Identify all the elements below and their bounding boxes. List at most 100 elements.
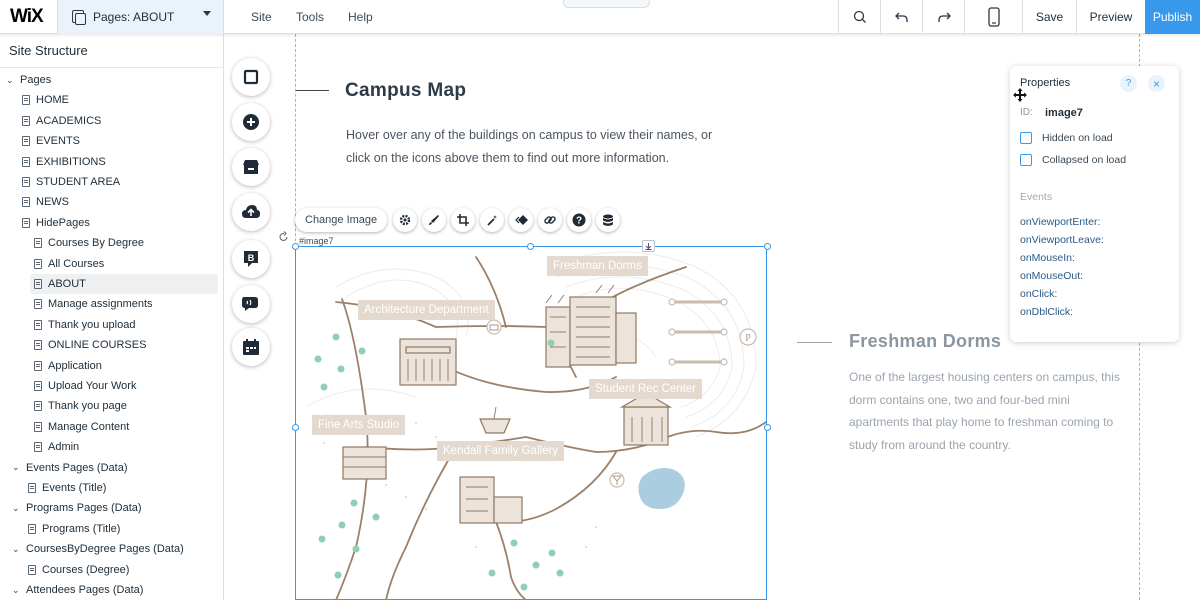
settings-button[interactable] [393, 208, 418, 232]
resize-handle-ne[interactable] [764, 243, 771, 250]
tree-item[interactable]: ⌄ Programs Pages (Data) [12, 498, 142, 518]
menu-site[interactable]: Site [251, 10, 272, 24]
crop-button[interactable] [451, 208, 476, 232]
tree-item[interactable]: ⌄ CoursesByDegree Pages (Data) [12, 539, 184, 559]
svg-text:B: B [248, 253, 255, 263]
event-on-dbl-click[interactable]: onDblClick: [1020, 306, 1073, 318]
hidden-on-load-label[interactable]: Hidden on load [1042, 132, 1113, 144]
tree-item-label: Programs Pages (Data) [26, 502, 142, 515]
mobile-view-button[interactable] [964, 0, 1022, 34]
upload-media-button[interactable] [232, 193, 270, 231]
preview-button[interactable]: Preview [1076, 0, 1145, 34]
page-icon [22, 136, 30, 147]
tree-item[interactable]: ⌄ Events Pages (Data) [12, 458, 128, 478]
tree-item[interactable]: All Courses [34, 254, 104, 274]
tree-item[interactable]: ⌄ Attendees Pages (Data) [12, 580, 143, 600]
id-value[interactable]: image7 [1045, 107, 1083, 119]
resize-handle-n[interactable] [527, 243, 534, 250]
freshman-dorms-title[interactable]: Freshman Dorms [849, 331, 1001, 352]
resize-handle-nw[interactable] [292, 243, 299, 250]
freshman-dorms-text[interactable]: One of the largest housing centers on ca… [849, 366, 1124, 456]
chevron-down-icon[interactable]: ⌄ [12, 544, 22, 555]
image-selection-frame[interactable] [295, 246, 767, 600]
chevron-down-icon[interactable]: ⌄ [12, 585, 22, 596]
tree-item[interactable]: EXHIBITIONS [22, 152, 106, 172]
menu-tools[interactable]: Tools [296, 10, 324, 24]
tree-item[interactable]: Courses By Degree [34, 233, 144, 253]
tree-item[interactable]: Application [34, 356, 102, 376]
tree-item[interactable]: ACADEMICS [22, 111, 101, 131]
tree-item[interactable]: Events (Title) [28, 478, 106, 498]
page-icon [22, 156, 30, 167]
redo-button[interactable] [922, 0, 964, 34]
filters-button[interactable] [480, 208, 505, 232]
tree-item[interactable]: Thank you page [34, 396, 127, 416]
chevron-down-icon[interactable]: ⌄ [12, 462, 22, 473]
add-element-button[interactable] [232, 103, 270, 141]
link-button[interactable] [538, 208, 563, 232]
bookings-button[interactable] [232, 328, 270, 366]
undo-button[interactable] [880, 0, 922, 34]
collapsed-on-load-label[interactable]: Collapsed on load [1042, 154, 1126, 166]
tree-item[interactable]: NEWS [22, 192, 69, 212]
page-selector[interactable]: Pages: ABOUT [57, 0, 224, 34]
tree-item-label: Events (Title) [42, 482, 107, 494]
page-icon [34, 421, 42, 432]
tree-item[interactable]: STUDENT AREA [22, 172, 120, 192]
menu-help[interactable]: Help [348, 10, 373, 24]
chevron-down-icon[interactable]: ⌄ [6, 75, 16, 86]
connect-data-button[interactable] [596, 208, 621, 232]
id-label: ID: [1020, 107, 1033, 118]
help-button[interactable]: ? [1120, 75, 1137, 92]
tree-item[interactable]: Programs (Title) [28, 519, 120, 539]
app-market-button[interactable] [232, 148, 270, 186]
blog-button[interactable]: B [232, 240, 270, 278]
tree-item[interactable]: ONLINE COURSES [34, 335, 146, 355]
top-tab-handle[interactable] [563, 0, 650, 8]
resize-handle-e[interactable] [764, 424, 771, 431]
tree-item[interactable]: Upload Your Work [34, 376, 136, 396]
zoom-button[interactable] [838, 0, 880, 34]
properties-panel: Properties ? × ID: image7 Hidden on load… [1010, 66, 1179, 342]
hidden-on-load-checkbox[interactable] [1020, 132, 1032, 144]
tree-item[interactable]: ⌄ Pages [6, 70, 51, 90]
tree-item[interactable]: EVENTS [22, 131, 80, 151]
chat-button[interactable] [232, 285, 270, 323]
add-box-button[interactable] [232, 58, 270, 96]
chevron-down-icon[interactable]: ⌄ [12, 503, 22, 514]
event-on-click[interactable]: onClick: [1020, 288, 1057, 300]
design-button[interactable] [422, 208, 447, 232]
page-icon [34, 319, 42, 330]
tree-item[interactable]: Courses (Degree) [28, 560, 129, 580]
animation-button[interactable] [509, 208, 534, 232]
tree-item[interactable]: ABOUT [30, 274, 218, 294]
save-button[interactable]: Save [1022, 0, 1076, 34]
chat-icon [242, 297, 258, 311]
tree-item[interactable]: Thank you upload [34, 315, 135, 335]
tree-item[interactable]: Manage Content [34, 417, 129, 437]
campus-map-text[interactable]: Hover over any of the buildings on campu… [346, 124, 736, 170]
tree-item-label: Courses (Degree) [42, 563, 130, 576]
tree-item[interactable]: Manage assignments [34, 294, 153, 314]
event-on-viewport-enter[interactable]: onViewportEnter: [1020, 216, 1100, 228]
event-on-viewport-leave[interactable]: onViewportLeave: [1020, 234, 1104, 246]
tree-item[interactable]: HidePages [22, 213, 90, 233]
close-button[interactable]: × [1148, 75, 1165, 92]
event-on-mouse-in[interactable]: onMouseIn: [1020, 252, 1075, 264]
rotate-icon[interactable] [278, 231, 290, 243]
wix-logo[interactable]: WiX [10, 6, 44, 28]
event-on-mouse-out[interactable]: onMouseOut: [1020, 270, 1083, 282]
tree-item[interactable]: HOME [22, 90, 69, 110]
help-button[interactable]: ? [567, 208, 592, 232]
change-image-button[interactable]: Change Image [295, 208, 388, 232]
campus-map-title[interactable]: Campus Map [345, 80, 466, 102]
move-cursor-icon[interactable] [1013, 88, 1027, 102]
divider [0, 67, 223, 68]
page-icon [34, 340, 42, 351]
tree-item[interactable]: Admin [34, 437, 79, 457]
stretch-button[interactable] [642, 240, 655, 252]
resize-handle-w[interactable] [292, 424, 299, 431]
publish-button[interactable]: Publish [1145, 0, 1200, 34]
collapsed-on-load-checkbox[interactable] [1020, 154, 1032, 166]
gear-icon [399, 214, 411, 226]
